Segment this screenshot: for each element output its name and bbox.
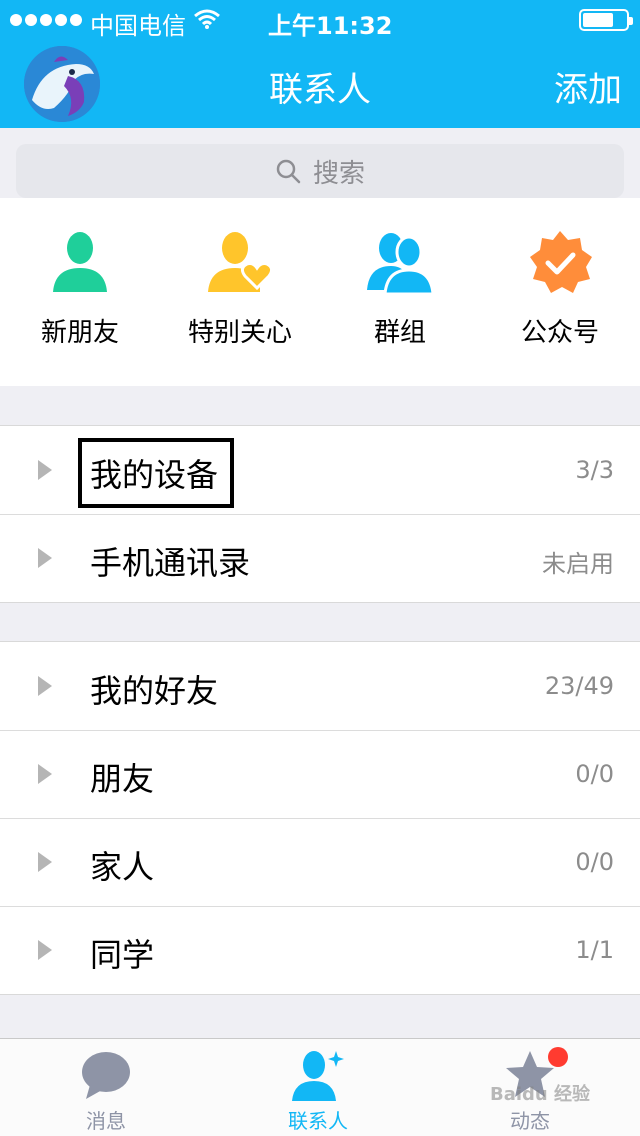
list-item-label: 手机通讯录	[90, 544, 251, 582]
verified-badge-icon	[530, 231, 592, 293]
quick-action-label: 公众号	[520, 318, 599, 348]
list-item-my-friends[interactable]: 我的好友 23/49	[0, 642, 640, 730]
tab-contacts[interactable]: 联系人	[238, 1047, 398, 1134]
list-item-phone-contacts[interactable]: 手机通讯录 未启用	[0, 514, 640, 602]
device-group: 我的设备 3/3 手机通讯录 未启用	[0, 425, 640, 603]
list-item-count: 3/3	[575, 456, 614, 484]
quick-action-label: 群组	[373, 318, 426, 348]
list-item-label: 我的设备	[90, 456, 219, 494]
list-item-family[interactable]: 家人 0/0	[0, 818, 640, 906]
tab-label: 消息	[86, 1109, 126, 1133]
quick-action-groups[interactable]: 群组	[320, 228, 480, 349]
expand-arrow-icon	[38, 676, 52, 696]
page-title: 联系人	[269, 70, 371, 110]
expand-arrow-icon	[38, 460, 52, 480]
tab-label: 联系人	[288, 1109, 348, 1133]
quick-action-label: 新朋友	[40, 318, 119, 348]
quick-action-official-accounts[interactable]: 公众号	[480, 228, 640, 349]
list-item-count: 0/0	[575, 848, 614, 876]
add-button[interactable]: 添加	[554, 62, 622, 111]
list-item-friends[interactable]: 朋友 0/0	[0, 730, 640, 818]
wifi-icon	[194, 9, 220, 29]
expand-arrow-icon	[38, 940, 52, 960]
signal-strength-icon	[10, 14, 82, 26]
watermark: Baidu 经验	[490, 1084, 591, 1105]
quick-action-new-friends[interactable]: 新朋友	[0, 228, 160, 349]
expand-arrow-icon	[38, 548, 52, 568]
list-item-classmates[interactable]: 同学 1/1	[0, 906, 640, 994]
expand-arrow-icon	[38, 764, 52, 784]
notification-badge	[548, 1047, 568, 1067]
list-item-count: 23/49	[544, 672, 614, 700]
list-item-label: 我的好友	[90, 672, 219, 710]
quick-action-special-care[interactable]: 特别关心	[160, 228, 320, 349]
search-icon	[276, 159, 301, 184]
battery-icon	[579, 9, 633, 31]
status-bar: 中国电信 上午11:32	[0, 0, 640, 40]
contacts-icon	[292, 1051, 344, 1101]
friend-groups: 我的好友 23/49 朋友 0/0 家人 0/0 同学 1/1	[0, 641, 640, 995]
list-item-label: 同学	[90, 936, 155, 974]
list-item-label: 朋友	[90, 760, 155, 798]
person-icon	[53, 232, 107, 292]
group-icon	[367, 233, 435, 296]
tab-label: 动态	[510, 1109, 550, 1133]
search-placeholder: 搜索	[312, 158, 365, 189]
person-heart-icon	[208, 232, 274, 292]
carrier-name: 中国电信	[90, 12, 186, 40]
top-bar: 中国电信 上午11:32 联系人 添加	[0, 0, 640, 128]
expand-arrow-icon	[38, 852, 52, 872]
list-item-count: 0/0	[575, 760, 614, 788]
status-time: 上午11:32	[268, 12, 393, 40]
quick-action-label: 特别关心	[187, 318, 292, 348]
search-input[interactable]: 搜索	[16, 144, 624, 198]
list-item-my-devices[interactable]: 我的设备 3/3	[0, 426, 640, 514]
quick-actions: 新朋友 特别关心 群组 公众号	[0, 198, 640, 386]
chat-bubble-icon	[82, 1052, 130, 1099]
list-item-label: 家人	[90, 848, 155, 886]
tab-messages[interactable]: 消息	[26, 1047, 186, 1134]
list-item-count: 未启用	[542, 550, 614, 578]
list-item-count: 1/1	[575, 936, 614, 964]
